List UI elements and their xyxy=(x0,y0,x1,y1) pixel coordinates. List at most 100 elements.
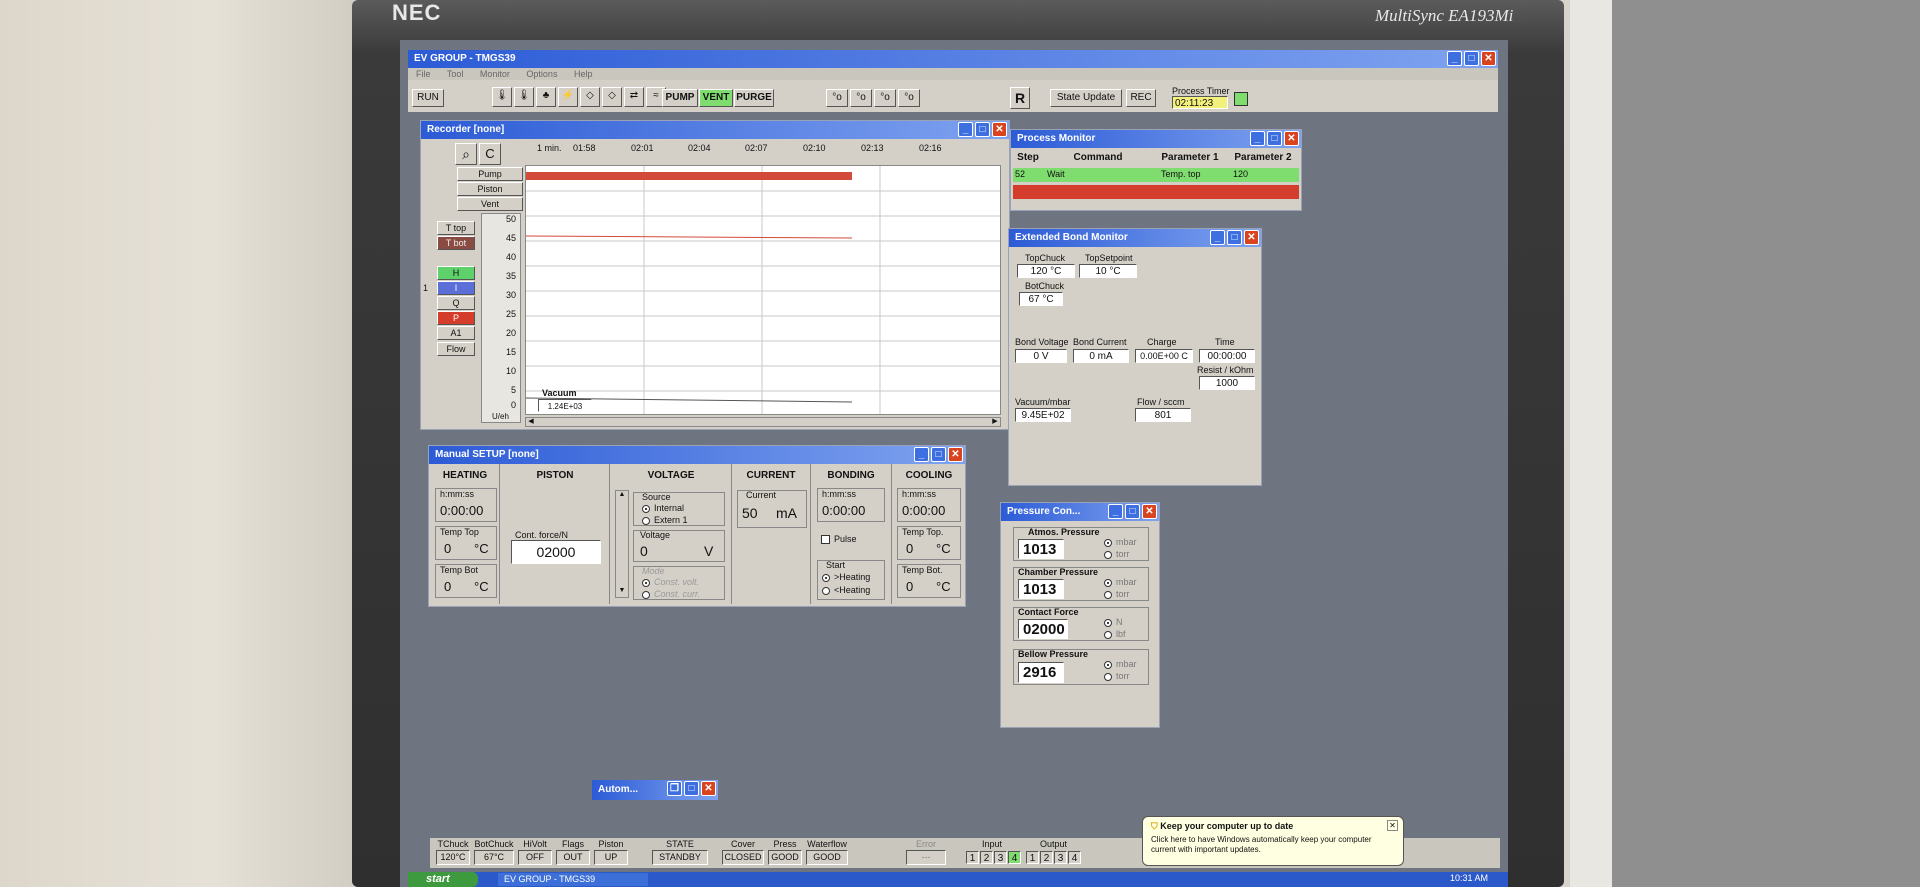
menu-help[interactable]: Help xyxy=(574,69,593,79)
bellow-unit-mbar[interactable]: mbar xyxy=(1104,659,1137,669)
radio-after-heating[interactable] xyxy=(822,573,830,582)
maximize-icon[interactable]: □ xyxy=(975,122,990,137)
cooling-temp-top-value[interactable]: 0 xyxy=(906,541,913,556)
chamber-unit-torr[interactable]: torr xyxy=(1104,589,1130,599)
piston-force-value[interactable]: 02000 xyxy=(511,540,601,564)
voltage-scrollbar[interactable]: ▲ ▼ xyxy=(615,490,629,598)
cooling-temp-bot-value[interactable]: 0 xyxy=(906,579,913,594)
pm-row-next[interactable] xyxy=(1013,185,1299,199)
radio-contact-lbf[interactable] xyxy=(1104,630,1112,639)
zoom-search-icon[interactable]: ⌕ xyxy=(455,143,477,165)
start-button[interactable]: start xyxy=(408,872,478,887)
maximize-icon[interactable]: □ xyxy=(931,447,946,462)
maximize-icon[interactable]: □ xyxy=(1267,131,1282,146)
close-icon[interactable]: ✕ xyxy=(948,447,963,462)
menu-options[interactable]: Options xyxy=(526,69,557,79)
maximize-icon[interactable]: □ xyxy=(684,781,699,796)
close-icon[interactable]: ✕ xyxy=(1244,230,1259,245)
diamond-down-icon[interactable]: ◇ xyxy=(602,87,622,107)
minimize-icon[interactable]: _ xyxy=(1250,131,1265,146)
minimize-icon[interactable]: _ xyxy=(958,122,973,137)
scroll-left-icon[interactable]: ◀ xyxy=(526,418,536,426)
user-icon[interactable]: ♣ xyxy=(536,87,556,107)
atmos-unit-torr[interactable]: torr xyxy=(1104,549,1130,559)
voltage-mode-opt2[interactable]: Const. curr. xyxy=(642,589,700,599)
diamond-up-icon[interactable]: ◇ xyxy=(580,87,600,107)
arrows-icon[interactable]: ⇄ xyxy=(624,87,644,107)
heating-temp-top-value[interactable]: 0 xyxy=(444,541,451,556)
state-update-button[interactable]: State Update xyxy=(1050,89,1122,107)
voltage-source-internal[interactable]: Internal xyxy=(642,503,684,513)
voltage-value[interactable]: 0 xyxy=(640,543,648,559)
thermometer-bot-icon[interactable]: 🌡 xyxy=(514,87,534,107)
purge-button[interactable]: PURGE xyxy=(734,89,774,107)
recorder-c-button[interactable]: C xyxy=(479,143,501,165)
channel-t-top[interactable]: T top xyxy=(437,221,475,235)
recorder-pump-button[interactable]: Pump xyxy=(457,167,523,181)
minimize-icon[interactable]: _ xyxy=(1108,504,1123,519)
channel-t-bot[interactable]: T bot xyxy=(437,236,475,250)
maximize-icon[interactable]: □ xyxy=(1125,504,1140,519)
notification-close-icon[interactable]: ✕ xyxy=(1387,820,1398,831)
valve-4-icon[interactable]: °o xyxy=(898,89,920,107)
maximize-icon[interactable]: □ xyxy=(1227,230,1242,245)
minimize-icon[interactable]: _ xyxy=(1210,230,1225,245)
radio-chamber-mbar[interactable] xyxy=(1104,578,1112,587)
menu-monitor[interactable]: Monitor xyxy=(480,69,510,79)
minimize-icon[interactable]: _ xyxy=(914,447,929,462)
bonding-time-value[interactable]: 0:00:00 xyxy=(822,503,865,518)
radio-before-heating[interactable] xyxy=(822,586,830,595)
close-icon[interactable]: ✕ xyxy=(1284,131,1299,146)
current-value[interactable]: 50 xyxy=(742,505,758,521)
restore-icon[interactable]: ❐ xyxy=(667,781,682,796)
maximize-icon[interactable]: □ xyxy=(1464,51,1479,66)
heating-temp-bot-value[interactable]: 0 xyxy=(444,579,451,594)
chamber-unit-mbar[interactable]: mbar xyxy=(1104,577,1137,587)
radio-atmos-torr[interactable] xyxy=(1104,550,1112,559)
close-icon[interactable]: ✕ xyxy=(992,122,1007,137)
bellow-unit-torr[interactable]: torr xyxy=(1104,671,1130,681)
voltage-source-extern[interactable]: Extern 1 xyxy=(642,515,688,525)
minimize-icon[interactable]: _ xyxy=(1447,51,1462,66)
radio-bellow-torr[interactable] xyxy=(1104,672,1112,681)
channel-flow[interactable]: Flow xyxy=(437,342,475,356)
radio-contact-n[interactable] xyxy=(1104,618,1112,627)
radio-chamber-torr[interactable] xyxy=(1104,590,1112,599)
recorder-piston-button[interactable]: Piston xyxy=(457,182,523,196)
recorder-scrollbar[interactable]: ◀ ▶ xyxy=(525,417,1001,427)
thermometer-top-icon[interactable]: 🌡 xyxy=(492,87,512,107)
scroll-right-icon[interactable]: ▶ xyxy=(990,418,1000,426)
pulse-check-icon[interactable] xyxy=(821,535,830,545)
channel-a1[interactable]: A1 xyxy=(437,326,475,340)
menu-file[interactable]: File xyxy=(416,69,431,79)
heating-time-value[interactable]: 0:00:00 xyxy=(440,503,483,518)
radio-extern[interactable] xyxy=(642,516,650,525)
pulse-checkbox[interactable]: Pulse xyxy=(821,534,857,545)
channel-h[interactable]: H xyxy=(437,266,475,280)
cooling-time-value[interactable]: 0:00:00 xyxy=(902,503,945,518)
radio-const-volt[interactable] xyxy=(642,578,650,587)
valve-3-icon[interactable]: °o xyxy=(874,89,896,107)
contact-unit-n[interactable]: N xyxy=(1104,617,1123,627)
close-icon[interactable]: ✕ xyxy=(1481,51,1496,66)
pm-row-active[interactable]: 52 Wait Temp. top 120 xyxy=(1013,168,1299,182)
vent-button[interactable]: VENT xyxy=(699,89,733,107)
start-opt2[interactable]: <Heating xyxy=(822,585,870,595)
atmos-unit-mbar[interactable]: mbar xyxy=(1104,537,1137,547)
radio-atmos-mbar[interactable] xyxy=(1104,538,1112,547)
pump-button[interactable]: PUMP xyxy=(662,89,698,107)
rec-button[interactable]: REC xyxy=(1126,89,1156,107)
close-icon[interactable]: ✕ xyxy=(701,781,716,796)
autom-minimized-window[interactable]: Autom... ❐ □ ✕ xyxy=(592,780,718,800)
scroll-down-icon[interactable]: ▼ xyxy=(616,587,628,597)
voltage-mode-opt1[interactable]: Const. volt. xyxy=(642,577,699,587)
start-opt1[interactable]: >Heating xyxy=(822,572,870,582)
channel-i[interactable]: I xyxy=(437,281,475,295)
r-button[interactable]: R xyxy=(1010,87,1030,109)
valve-2-icon[interactable]: °o xyxy=(850,89,872,107)
channel-p[interactable]: P xyxy=(437,311,475,325)
valve-1-icon[interactable]: °o xyxy=(826,89,848,107)
taskbar-app-button[interactable]: EV GROUP - TMGS39 xyxy=(498,873,648,886)
radio-bellow-mbar[interactable] xyxy=(1104,660,1112,669)
radio-internal[interactable] xyxy=(642,504,650,513)
